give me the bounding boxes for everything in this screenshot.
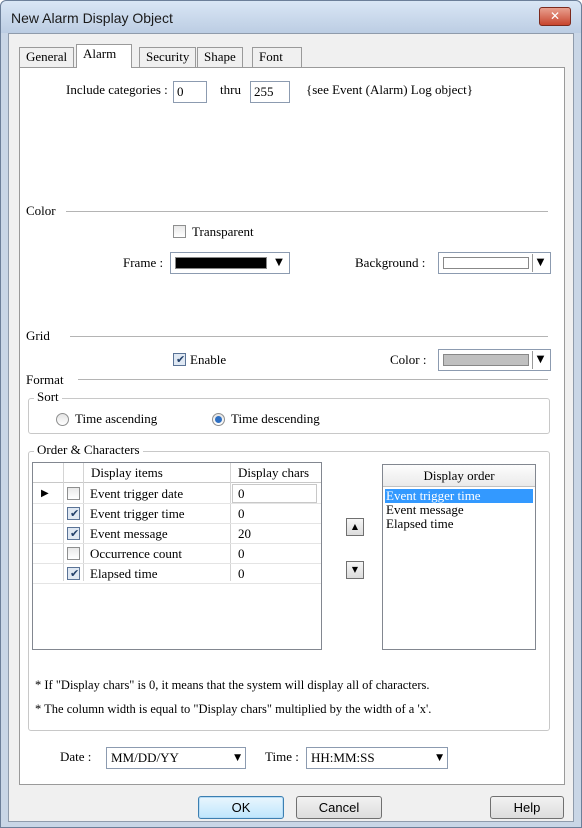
row-chars: 0: [238, 486, 245, 501]
check-icon: ✔: [70, 527, 80, 540]
color-section-label: Color: [26, 203, 56, 218]
list-item[interactable]: Event trigger time: [385, 489, 533, 503]
display-items-grid[interactable]: Display items Display chars ▶ Event trig…: [32, 462, 322, 650]
grid-section-label: Grid: [26, 328, 50, 343]
frame-color-picker[interactable]: ▼: [170, 252, 290, 274]
grid-color-picker[interactable]: ▼: [438, 349, 551, 371]
time-format-select[interactable]: HH:MM:SS ▼: [306, 747, 448, 769]
row-item: Event trigger date: [90, 486, 184, 501]
chevron-down-icon: ▼: [532, 351, 548, 369]
alarm-tab-page: Include categories : 0 thru 255 {see Eve…: [19, 67, 565, 785]
row-item: Occurrence count: [90, 546, 183, 561]
time-ascending-label: Time ascending: [75, 411, 158, 426]
category-to-input[interactable]: 255: [250, 81, 290, 103]
table-row[interactable]: ✔ Event trigger time 0: [33, 504, 321, 524]
format-divider: [78, 379, 548, 380]
row-chars: 0: [238, 546, 245, 561]
frame-color-swatch: [175, 257, 267, 269]
row-chars: 20: [238, 526, 251, 541]
check-icon: ✔: [70, 567, 80, 580]
categories-note: {see Event (Alarm) Log object}: [306, 82, 473, 97]
row-chars: 0: [238, 566, 245, 581]
row-item: Elapsed time: [90, 566, 158, 581]
title-bar: New Alarm Display Object ✕: [1, 1, 581, 33]
background-label: Background :: [355, 255, 426, 270]
grid-divider: [70, 336, 548, 337]
row-checkbox[interactable]: ✔: [67, 527, 80, 540]
transparent-label: Transparent: [192, 224, 254, 239]
window-title: New Alarm Display Object: [11, 10, 173, 26]
radio-selected-dot: [215, 416, 222, 423]
background-color-picker[interactable]: ▼: [438, 252, 551, 274]
row-checkbox[interactable]: [67, 487, 80, 500]
background-color-swatch: [443, 257, 529, 269]
dialog-window: New Alarm Display Object ✕ General Alarm…: [0, 0, 582, 828]
list-item[interactable]: Event message: [385, 503, 533, 517]
chevron-down-icon: ▼: [275, 257, 283, 268]
color-divider: [66, 211, 548, 212]
tab-alarm[interactable]: Alarm: [76, 44, 132, 68]
date-format-select[interactable]: MM/DD/YY ▼: [106, 747, 246, 769]
row-chars-cell[interactable]: [232, 484, 317, 503]
row-checkbox[interactable]: ✔: [67, 567, 80, 580]
chevron-down-icon: ▼: [532, 254, 548, 272]
format-section-label: Format: [26, 372, 64, 387]
grid-header: Display items Display chars: [33, 463, 321, 483]
category-from-input[interactable]: 0: [173, 81, 207, 103]
time-format-value: HH:MM:SS: [311, 750, 375, 765]
frame-label: Frame :: [123, 255, 164, 270]
tab-general[interactable]: General: [19, 47, 75, 67]
row-checkbox[interactable]: [67, 547, 80, 560]
row-chars: 0: [238, 506, 245, 521]
time-label: Time :: [265, 749, 299, 764]
display-chars-note-2: * The column width is equal to "Display …: [35, 702, 432, 716]
display-order-header: Display order: [383, 465, 535, 487]
row-pointer-icon: ▶: [41, 488, 49, 499]
grid-enable-checkbox[interactable]: ✔: [173, 353, 186, 366]
column-display-items: Display items: [91, 465, 163, 480]
date-format-value: MM/DD/YY: [111, 750, 179, 765]
chevron-down-icon: ▼: [234, 753, 241, 763]
display-order-list[interactable]: Display order Event trigger time Event m…: [382, 464, 536, 650]
include-categories-label: Include categories :: [66, 82, 168, 97]
table-row[interactable]: ▶ Event trigger date 0: [33, 484, 321, 504]
list-item[interactable]: Elapsed time: [385, 517, 533, 531]
help-button[interactable]: Help: [490, 796, 564, 819]
grid-color-label: Color :: [390, 352, 427, 367]
date-label: Date :: [60, 749, 92, 764]
dialog-client: General Alarm Security Shape Font Includ…: [8, 33, 574, 822]
check-icon: ✔: [70, 507, 80, 520]
check-icon: ✔: [176, 353, 186, 366]
time-descending-label: Time descending: [231, 411, 320, 426]
table-row[interactable]: Occurrence count 0: [33, 544, 321, 564]
tab-shape[interactable]: Shape: [197, 47, 243, 67]
thru-label: thru: [220, 82, 241, 97]
grid-enable-label: Enable: [190, 352, 227, 367]
column-display-chars: Display chars: [238, 465, 310, 480]
display-chars-note-1: * If "Display chars" is 0, it means that…: [35, 678, 430, 692]
close-icon[interactable]: ✕: [539, 7, 571, 26]
grid-color-swatch: [443, 354, 529, 366]
table-row[interactable]: ✔ Elapsed time 0: [33, 564, 321, 584]
transparent-checkbox[interactable]: [173, 225, 186, 238]
chevron-down-icon: ▼: [436, 753, 443, 763]
ok-button[interactable]: OK: [198, 796, 284, 819]
row-item: Event message: [90, 526, 168, 541]
move-down-button[interactable]: ▼: [346, 561, 364, 579]
tab-security[interactable]: Security: [139, 47, 197, 67]
move-up-button[interactable]: ▲: [346, 518, 364, 536]
time-descending-radio[interactable]: [212, 413, 225, 426]
tab-font[interactable]: Font: [252, 47, 302, 67]
cancel-button[interactable]: Cancel: [296, 796, 382, 819]
time-ascending-radio[interactable]: [56, 413, 69, 426]
order-characters-label: Order & Characters: [34, 442, 143, 458]
table-row[interactable]: ✔ Event message 20: [33, 524, 321, 544]
row-item: Event trigger time: [90, 506, 185, 521]
row-checkbox[interactable]: ✔: [67, 507, 80, 520]
sort-group-label: Sort: [34, 389, 62, 405]
